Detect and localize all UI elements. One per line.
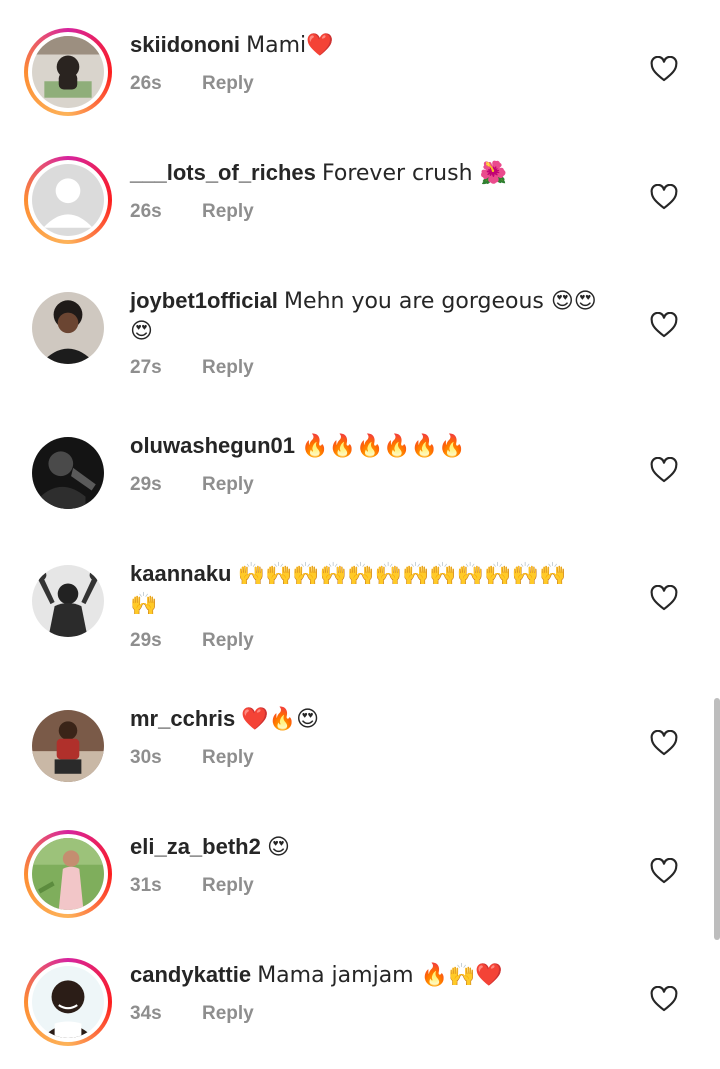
comment-time: 29s	[130, 630, 162, 651]
heart-outline-icon[interactable]	[650, 584, 678, 611]
comment-time: 34s	[130, 1003, 162, 1024]
comment-username[interactable]: joybet1official	[130, 288, 278, 313]
heart-outline-icon[interactable]	[650, 456, 678, 483]
comment-username[interactable]: eli_za_beth2	[130, 834, 261, 859]
comment-username[interactable]: skiidononi	[130, 32, 240, 57]
heart-outline-icon[interactable]	[650, 729, 678, 756]
comment-username[interactable]: candykattie	[130, 962, 251, 987]
avatar[interactable]	[24, 702, 112, 790]
comment-time: 30s	[130, 747, 162, 768]
heart-outline-icon[interactable]	[650, 985, 678, 1012]
comment-text-continued: 🙌	[130, 592, 158, 617]
avatar[interactable]	[24, 429, 112, 517]
comment-text: Mehn you are gorgeous 😍😍	[284, 289, 597, 314]
avatar[interactable]	[24, 557, 112, 645]
heart-outline-icon[interactable]	[650, 55, 678, 82]
comment-text: Mami❤️	[246, 33, 334, 58]
reply-button[interactable]: Reply	[202, 747, 254, 768]
comment-text: 😍	[266, 835, 290, 860]
avatar[interactable]	[24, 284, 112, 372]
comment-username[interactable]: oluwashegun01	[130, 433, 295, 458]
comment-text-continued: 😍	[130, 319, 153, 344]
reply-button[interactable]: Reply	[202, 73, 254, 94]
reply-button[interactable]: Reply	[202, 1003, 254, 1024]
comment-username[interactable]: mr_cchris	[130, 706, 235, 731]
reply-button[interactable]: Reply	[202, 630, 254, 651]
comment-text: 🔥🔥🔥🔥🔥🔥	[301, 434, 466, 459]
comment-text: ❤️🔥😍	[241, 707, 320, 732]
comment-time: 29s	[130, 474, 162, 495]
heart-outline-icon[interactable]	[650, 857, 678, 884]
comment-time: 31s	[130, 875, 162, 896]
reply-button[interactable]: Reply	[202, 474, 254, 495]
scrollbar[interactable]	[714, 698, 720, 940]
comment-text: Forever crush 🌺	[322, 161, 507, 186]
comment-time: 27s	[130, 357, 162, 378]
comment-text: Mama jamjam 🔥🙌❤️	[257, 963, 503, 988]
comment-username[interactable]: ___lots_of_riches	[130, 160, 316, 185]
reply-button[interactable]: Reply	[202, 875, 254, 896]
comment-text: 🙌🙌🙌🙌🙌🙌🙌🙌🙌🙌🙌🙌	[237, 562, 567, 587]
avatar[interactable]	[24, 28, 112, 116]
comment-time: 26s	[130, 201, 162, 222]
heart-outline-icon[interactable]	[650, 311, 678, 338]
avatar[interactable]	[24, 156, 112, 244]
reply-button[interactable]: Reply	[202, 357, 254, 378]
avatar[interactable]	[24, 958, 112, 1046]
reply-button[interactable]: Reply	[202, 201, 254, 222]
comment-time: 26s	[130, 73, 162, 94]
comment-username[interactable]: kaannaku	[130, 561, 232, 586]
avatar[interactable]	[24, 830, 112, 918]
heart-outline-icon[interactable]	[650, 183, 678, 210]
